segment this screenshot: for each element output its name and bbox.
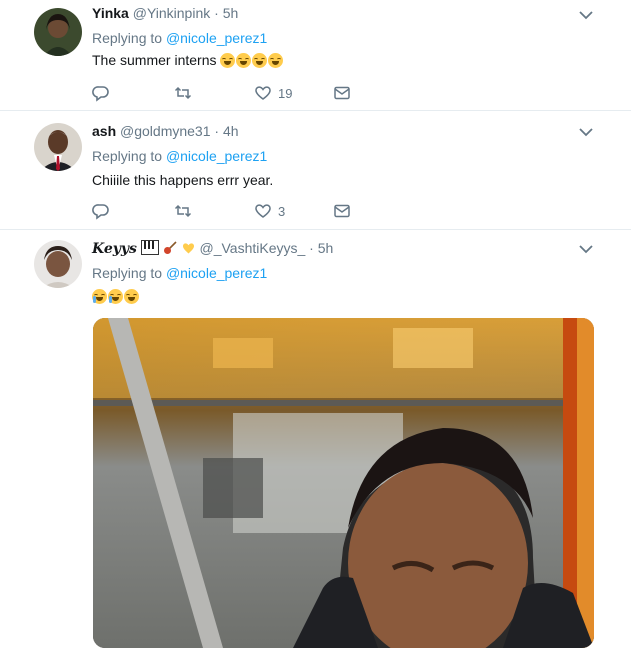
timestamp[interactable]: 5h — [223, 5, 239, 21]
tweet[interactable]: Yinka @Yinkinpink · 5h Replying to @nico… — [0, 0, 631, 111]
retweet-icon — [174, 204, 192, 218]
user-handle[interactable]: @Yinkinpink — [133, 5, 211, 21]
replying-to: Replying to @nicole_perez1 — [92, 265, 267, 281]
tweet-actions: 3 — [92, 202, 362, 222]
laughing-emoji-icon — [236, 53, 252, 68]
video-thumbnail[interactable] — [93, 318, 594, 648]
reply-icon — [92, 204, 109, 220]
avatar[interactable] — [34, 123, 82, 171]
mention-link[interactable]: @nicole_perez1 — [166, 265, 267, 281]
tweet-emojis — [92, 288, 140, 304]
direct-message-icon — [334, 86, 350, 100]
replying-to: Replying to @nicole_perez1 — [92, 30, 267, 46]
mention-link[interactable]: @nicole_perez1 — [166, 148, 267, 164]
direct-message-icon — [334, 204, 350, 218]
like-count: 3 — [278, 203, 286, 219]
retweet-button[interactable] — [174, 202, 192, 220]
direct-message-button[interactable] — [333, 84, 351, 102]
crying-emoji-icon — [108, 289, 123, 304]
reply-icon — [92, 86, 109, 102]
guitar-icon — [163, 241, 177, 255]
display-name[interactable]: Keyys — [92, 241, 137, 257]
retweet-button[interactable] — [174, 84, 192, 102]
user-handle[interactable]: @_VashtiKeyys_ — [199, 240, 305, 256]
tweet-text-content: The summer interns — [92, 52, 217, 68]
like-count: 19 — [278, 85, 293, 101]
like-button[interactable]: 19 — [254, 84, 292, 102]
tweet-text: The summer interns — [92, 52, 284, 68]
replying-prefix: Replying to — [92, 265, 163, 281]
user-handle[interactable]: @goldmyne31 — [120, 123, 211, 139]
like-button[interactable]: 3 — [254, 202, 285, 220]
chevron-down-icon[interactable] — [578, 7, 594, 23]
replying-prefix: Replying to — [92, 30, 163, 46]
timestamp[interactable]: 5h — [318, 240, 334, 256]
retweet-icon — [174, 86, 192, 100]
reply-button[interactable] — [92, 202, 110, 220]
replying-to: Replying to @nicole_perez1 — [92, 148, 267, 164]
mention-link[interactable]: @nicole_perez1 — [166, 30, 267, 46]
separator-dot: · — [214, 5, 219, 21]
timestamp[interactable]: 4h — [223, 123, 239, 139]
display-name[interactable]: Yinka — [92, 5, 129, 21]
tweet-text: Chiiile this happens errr year. — [92, 172, 274, 188]
chevron-down-icon[interactable] — [578, 241, 594, 257]
tweet[interactable]: Keyys @_VashtiKeyys_ · 5h Replying to @n… — [0, 230, 631, 648]
laughing-emoji-icon — [220, 53, 236, 68]
chevron-down-icon[interactable] — [578, 124, 594, 140]
avatar[interactable] — [34, 8, 82, 56]
separator-dot: · — [214, 123, 220, 139]
reply-button[interactable] — [92, 84, 110, 102]
direct-message-button[interactable] — [333, 202, 351, 220]
tweet[interactable]: ash @goldmyne31 · 4h Replying to @nicole… — [0, 111, 631, 230]
avatar[interactable] — [34, 240, 82, 288]
laughing-emoji-icon — [268, 53, 284, 68]
musical-keyboard-icon — [140, 240, 159, 255]
yellow-heart-icon — [181, 241, 196, 255]
like-icon — [255, 204, 271, 218]
laughing-emoji-icon — [124, 289, 139, 304]
tweet-actions: 19 — [92, 84, 362, 104]
display-name[interactable]: ash — [92, 123, 116, 139]
crying-emoji-icon — [92, 289, 107, 304]
laughing-emoji-icon — [252, 53, 268, 68]
like-icon — [255, 86, 271, 100]
separator-dot: · — [309, 240, 314, 256]
replying-prefix: Replying to — [92, 148, 163, 164]
